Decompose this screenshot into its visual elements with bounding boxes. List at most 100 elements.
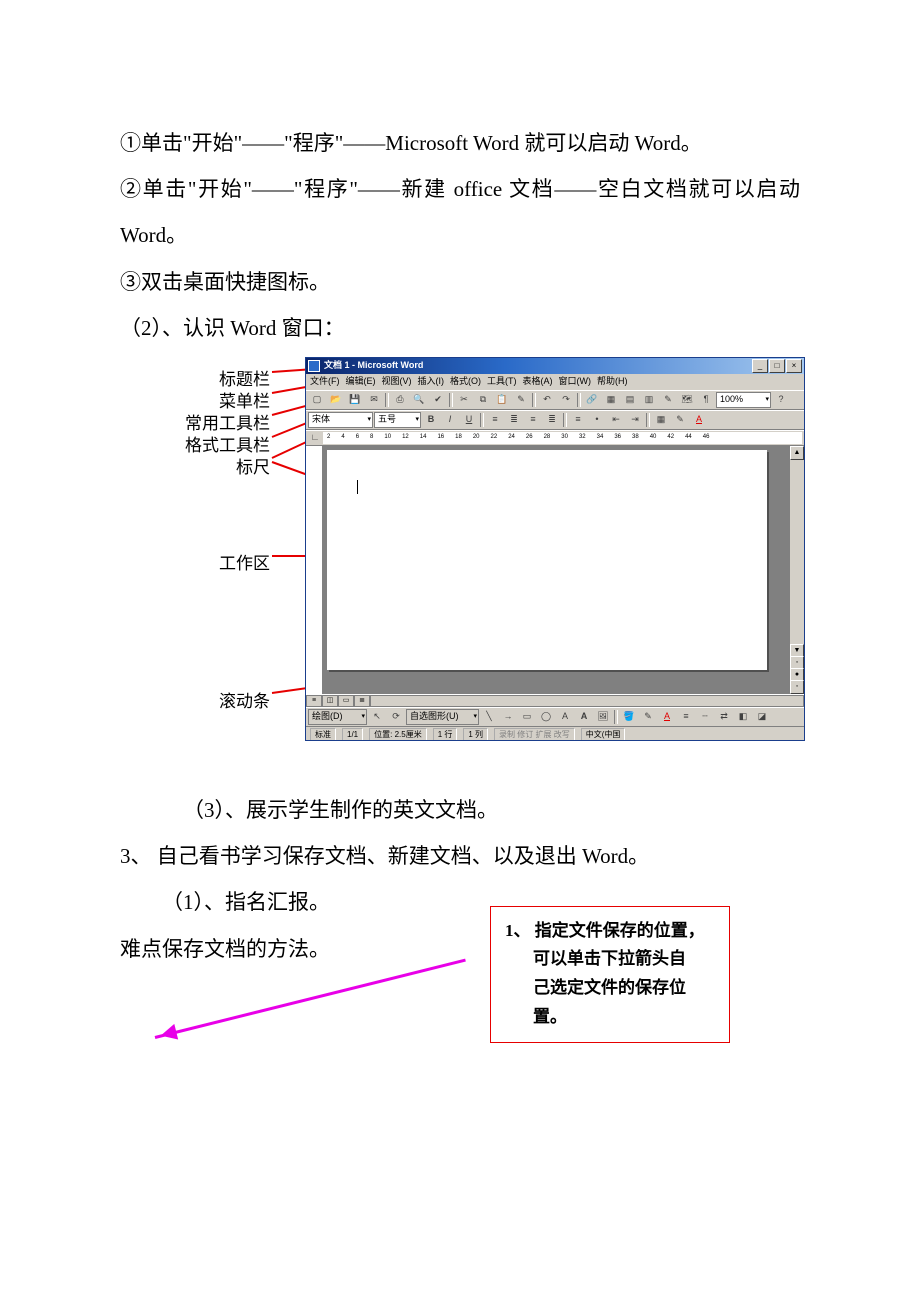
close-button[interactable]: × <box>786 359 802 373</box>
draw-menu[interactable]: 绘图(D) <box>308 709 367 725</box>
horizontal-ruler[interactable]: 2 4 6 8 10 12 14 16 18 20 22 24 26 28 30… <box>323 432 802 444</box>
line-icon[interactable]: ╲ <box>480 709 498 725</box>
3d-icon[interactable]: ◪ <box>753 709 771 725</box>
textbox-icon[interactable]: A <box>556 709 574 725</box>
oval-icon[interactable]: ◯ <box>537 709 555 725</box>
word-annotated-figure: 标题栏 菜单栏 常用工具栏 格式工具栏 标尺 工作区 滚动条 文档 1 - Mi… <box>150 357 830 747</box>
justify-icon[interactable]: ≣ <box>543 412 561 428</box>
arrow-icon[interactable]: → <box>499 709 517 725</box>
label-scrollbar: 滚动条 <box>150 683 270 720</box>
menu-view[interactable]: 视图(V) <box>382 372 412 392</box>
cut-icon[interactable]: ✂ <box>455 392 473 408</box>
help-icon[interactable]: ? <box>772 392 790 408</box>
wordart-icon[interactable]: 𝐀 <box>575 709 593 725</box>
underline-icon[interactable]: U <box>460 412 478 428</box>
line-style-icon[interactable]: ≡ <box>677 709 695 725</box>
menu-insert[interactable]: 插入(I) <box>418 372 445 392</box>
arrow-style-icon[interactable]: ⇄ <box>715 709 733 725</box>
menu-tools[interactable]: 工具(T) <box>487 372 517 392</box>
ruler-tick: 20 <box>473 432 480 444</box>
separator-icon <box>646 413 650 427</box>
excel-icon[interactable]: ▤ <box>621 392 639 408</box>
borders-icon[interactable]: ▦ <box>652 412 670 428</box>
normal-view-button[interactable]: ≡ <box>306 695 322 707</box>
web-view-button[interactable]: ◫ <box>322 695 338 707</box>
minimize-button[interactable]: _ <box>752 359 768 373</box>
menu-format[interactable]: 格式(O) <box>450 372 481 392</box>
font-color-icon[interactable]: A <box>690 412 708 428</box>
drawing-toolbar: 绘图(D) ↖ ⟳ 自选图形(U) ╲ → ▭ ◯ A 𝐀 🖼 🪣 ✎ A ≡ … <box>306 707 804 726</box>
paragraph-8: 难点保存文档的方法。 <box>120 926 330 972</box>
open-icon[interactable]: 📂 <box>327 392 345 408</box>
ruler-toolbar: ∟ 2 4 6 8 10 12 14 16 18 20 22 24 26 28 … <box>306 430 804 446</box>
next-page-button[interactable]: ◦ <box>790 680 804 694</box>
font-size-select[interactable]: 五号 <box>374 412 421 428</box>
bold-icon[interactable]: B <box>422 412 440 428</box>
maximize-button[interactable]: □ <box>769 359 785 373</box>
drawing-icon[interactable]: ✎ <box>659 392 677 408</box>
outline-view-button[interactable]: ≣ <box>354 695 370 707</box>
ruler-tick: 46 <box>703 432 710 444</box>
formatting-toolbar: 宋体 五号 B I U ≡ ≣ ≡ ≣ ≡ • ⇤ ⇥ ▦ ✎ A <box>306 410 804 430</box>
callout-line: 己选定文件的保存位 <box>505 974 715 1003</box>
callout-line: 1、 指定文件保存的位置， <box>505 917 715 946</box>
bullets-icon[interactable]: • <box>588 412 606 428</box>
autoshapes-menu[interactable]: 自选图形(U) <box>406 709 479 725</box>
line-color-icon[interactable]: ✎ <box>639 709 657 725</box>
spell-icon[interactable]: ✔ <box>429 392 447 408</box>
undo-icon[interactable]: ↶ <box>538 392 556 408</box>
copy-icon[interactable]: ⧉ <box>474 392 492 408</box>
show-hide-icon[interactable]: ¶ <box>697 392 715 408</box>
map-icon[interactable]: 🗺 <box>678 392 696 408</box>
mail-icon[interactable]: ✉ <box>365 392 383 408</box>
scroll-up-button[interactable]: ▲ <box>790 446 804 460</box>
format-painter-icon[interactable]: ✎ <box>512 392 530 408</box>
print-view-button[interactable]: ▭ <box>338 695 354 707</box>
separator-icon <box>614 710 618 724</box>
zoom-select[interactable]: 100% <box>716 392 771 408</box>
document-page-canvas[interactable] <box>327 450 767 670</box>
ruler-tick: 36 <box>614 432 621 444</box>
paste-icon[interactable]: 📋 <box>493 392 511 408</box>
clipart-icon[interactable]: 🖼 <box>594 709 612 725</box>
numbering-icon[interactable]: ≡ <box>569 412 587 428</box>
columns-icon[interactable]: ▥ <box>640 392 658 408</box>
horizontal-scrollbar[interactable] <box>370 695 804 707</box>
rotate-icon[interactable]: ⟳ <box>387 709 405 725</box>
align-right-icon[interactable]: ≡ <box>524 412 542 428</box>
ruler-tick: 16 <box>437 432 444 444</box>
menu-window[interactable]: 窗口(W) <box>559 372 592 392</box>
new-icon[interactable]: ▢ <box>308 392 326 408</box>
redo-icon[interactable]: ↷ <box>557 392 575 408</box>
tab-selector-icon[interactable]: ∟ <box>308 432 322 444</box>
table-icon[interactable]: ▦ <box>602 392 620 408</box>
menu-edit[interactable]: 编辑(E) <box>346 372 376 392</box>
vertical-ruler[interactable] <box>306 446 323 694</box>
decrease-indent-icon[interactable]: ⇤ <box>607 412 625 428</box>
increase-indent-icon[interactable]: ⇥ <box>626 412 644 428</box>
save-icon[interactable]: 💾 <box>346 392 364 408</box>
italic-icon[interactable]: I <box>441 412 459 428</box>
menu-table[interactable]: 表格(A) <box>523 372 553 392</box>
print-icon[interactable]: ⎙ <box>391 392 409 408</box>
fill-color-icon[interactable]: 🪣 <box>620 709 638 725</box>
page-viewport[interactable] <box>323 446 789 694</box>
align-center-icon[interactable]: ≣ <box>505 412 523 428</box>
highlight-icon[interactable]: ✎ <box>671 412 689 428</box>
text-color-icon[interactable]: A <box>658 709 676 725</box>
callout-line: 可以单击下拉箭头自 <box>505 945 715 974</box>
font-name-select[interactable]: 宋体 <box>308 412 373 428</box>
paragraph-5: （3）、展示学生制作的英文文档。 <box>120 787 800 833</box>
document-page: ①单击"开始"——"程序"——Microsoft Word 就可以启动 Word… <box>0 0 920 1116</box>
dash-style-icon[interactable]: ┄ <box>696 709 714 725</box>
align-left-icon[interactable]: ≡ <box>486 412 504 428</box>
preview-icon[interactable]: 🔍 <box>410 392 428 408</box>
hyperlink-icon[interactable]: 🔗 <box>583 392 601 408</box>
view-buttons-bar: ≡ ◫ ▭ ≣ <box>306 694 804 707</box>
menu-file[interactable]: 文件(F) <box>310 372 340 392</box>
shadow-icon[interactable]: ◧ <box>734 709 752 725</box>
select-objects-icon[interactable]: ↖ <box>368 709 386 725</box>
rectangle-icon[interactable]: ▭ <box>518 709 536 725</box>
vertical-scrollbar[interactable]: ▲ ▼ ◦ ● ◦ <box>789 446 804 694</box>
menu-help[interactable]: 帮助(H) <box>597 372 628 392</box>
